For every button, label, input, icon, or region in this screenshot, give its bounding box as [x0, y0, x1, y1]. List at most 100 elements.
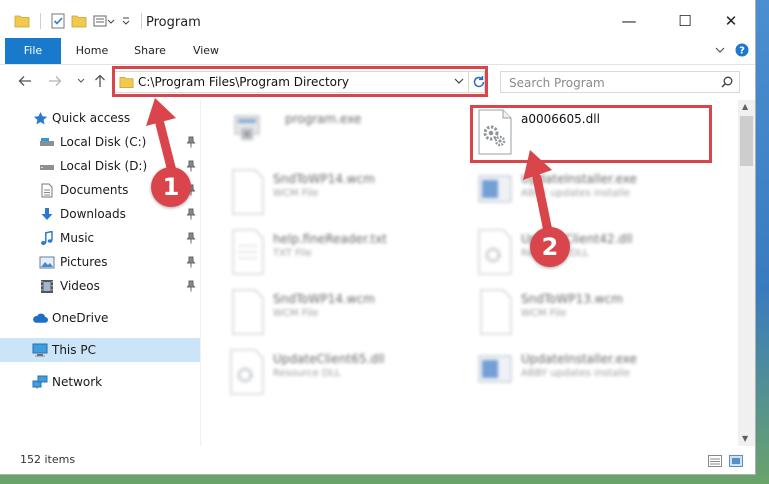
file-type: ABBY updates installe: [521, 368, 631, 379]
download-icon: [39, 206, 55, 222]
file-type: TXT File: [273, 248, 312, 259]
maximize-button[interactable]: ☐: [670, 11, 700, 31]
scroll-down-icon[interactable]: ▼: [742, 434, 748, 443]
file-name: SndToWP14.wcm: [273, 292, 375, 306]
arrow-right-icon: [49, 76, 62, 86]
svg-text:?: ?: [739, 46, 745, 57]
sidebar-item-label: Pictures: [60, 255, 108, 269]
star-icon: [32, 110, 48, 126]
file-item[interactable]: UpdateClient42.dll Resource DLL: [475, 228, 715, 284]
file-item[interactable]: help.fineReader.txt TXT File: [227, 228, 467, 284]
search-box[interactable]: [500, 71, 740, 93]
search-icon[interactable]: [721, 76, 733, 88]
sidebar-item-label: Quick access: [52, 111, 131, 125]
documents-icon: [39, 182, 55, 198]
file-name: SndToWP13.wcm: [521, 292, 623, 306]
chevron-down-icon: [77, 78, 85, 83]
installer-icon: [478, 175, 512, 203]
title-bar: Program — ☐ ✕: [0, 0, 755, 38]
status-bar: 152 items: [0, 446, 755, 474]
expand-ribbon-icon[interactable]: [715, 46, 725, 54]
quick-access-toolbar: [14, 13, 146, 29]
sidebar-item-label: This PC: [52, 343, 96, 357]
pin-icon[interactable]: [186, 280, 196, 292]
sidebar-item-label: Music: [60, 231, 95, 245]
pin-icon[interactable]: [186, 160, 196, 172]
details-view-icon[interactable]: [708, 455, 722, 467]
file-type: Resource DLL: [273, 368, 341, 379]
pin-icon[interactable]: [186, 232, 196, 244]
pictures-icon: [39, 254, 55, 270]
pin-icon[interactable]: [186, 256, 196, 268]
file-item[interactable]: UpdateClient65.dll Resource DLL: [227, 348, 467, 404]
address-bar-highlight: [112, 66, 488, 97]
sidebar-item-label: Network: [52, 375, 103, 389]
file-item[interactable]: UpdateInstaller.exe ABBY updates install…: [475, 348, 715, 404]
cloud-icon: [32, 310, 48, 326]
new-folder-icon[interactable]: [71, 14, 87, 28]
document-icon: [232, 169, 264, 215]
pin-icon[interactable]: [186, 208, 196, 220]
step-2-badge: 2: [530, 227, 570, 267]
recent-locations-button[interactable]: [72, 72, 90, 90]
file-item[interactable]: SndToWP14.wcm WCM File: [227, 288, 467, 344]
sidebar-item-label: Local Disk (D:): [60, 159, 148, 173]
sidebar-item-label: OneDrive: [52, 311, 109, 325]
file-item[interactable]: program.exe: [227, 108, 467, 164]
program-icon: [234, 115, 260, 140]
file-name: help.fineReader.txt: [273, 232, 387, 246]
large-icons-view-icon[interactable]: [729, 455, 743, 467]
file-type: WCM File: [521, 308, 567, 319]
file-name: UpdateClient65.dll: [273, 352, 385, 366]
file-item[interactable]: SndToWP14.wcm WCM File: [227, 168, 467, 224]
file-name: UpdateInstaller.exe: [521, 352, 637, 366]
step-1-badge: 1: [151, 167, 191, 207]
close-button[interactable]: ✕: [716, 11, 746, 31]
file-name: program.exe: [285, 112, 362, 126]
up-button[interactable]: [91, 72, 109, 90]
search-input[interactable]: [507, 74, 711, 92]
sidebar-item-label: Documents: [60, 183, 129, 197]
forward-button[interactable]: [46, 72, 64, 90]
toolbar-divider: [141, 13, 142, 29]
sidebar-item-network[interactable]: Network: [0, 370, 200, 394]
arrow-up-icon: [95, 74, 105, 87]
tab-view[interactable]: View: [184, 38, 228, 64]
file-type: ABBY updates installe: [521, 188, 631, 199]
computer-icon: [32, 342, 48, 358]
back-button[interactable]: [16, 72, 34, 90]
tab-share[interactable]: Share: [128, 38, 172, 64]
file-type: WCM File: [273, 188, 319, 199]
sidebar-item-label: Videos: [60, 279, 100, 293]
drive-icon: [39, 158, 55, 174]
document-icon: [232, 289, 264, 335]
scrollbar-thumb[interactable]: [740, 116, 753, 166]
sidebar-item-label: Local Disk (C:): [60, 135, 147, 149]
file-item[interactable]: SndToWP13.wcm WCM File: [475, 288, 715, 344]
sidebar-item-pictures[interactable]: Pictures: [0, 250, 200, 274]
file-item[interactable]: UpdateInstaller.exe ABBY updates install…: [475, 168, 715, 224]
toolbar-divider: [40, 13, 41, 29]
sidebar-item-local-disk-c[interactable]: Local Disk (C:): [0, 130, 200, 154]
customize-icon[interactable]: [93, 14, 115, 28]
scroll-up-icon[interactable]: ▲: [742, 102, 748, 111]
installer-icon: [478, 355, 512, 383]
music-icon: [39, 230, 55, 246]
properties-icon[interactable]: [51, 13, 65, 29]
vertical-scrollbar[interactable]: ▲ ▼: [738, 100, 755, 446]
sidebar-item-label: Downloads: [60, 207, 126, 221]
sidebar-item-music[interactable]: Music: [0, 226, 200, 250]
minimize-button[interactable]: —: [614, 11, 644, 31]
tab-file[interactable]: File: [5, 38, 61, 64]
help-icon[interactable]: ?: [735, 43, 749, 57]
item-count: 152 items: [20, 453, 76, 466]
sidebar-item-onedrive[interactable]: OneDrive: [0, 306, 200, 330]
sidebar-item-videos[interactable]: Videos: [0, 274, 200, 298]
tab-home[interactable]: Home: [70, 38, 114, 64]
sidebar-item-this-pc[interactable]: This PC: [0, 338, 200, 362]
folder-icon[interactable]: [14, 14, 30, 28]
sidebar-item-quick-access[interactable]: Quick access: [0, 106, 200, 130]
pin-icon[interactable]: [186, 136, 196, 148]
network-icon: [32, 374, 48, 390]
chevron-down-icon[interactable]: [121, 14, 131, 28]
